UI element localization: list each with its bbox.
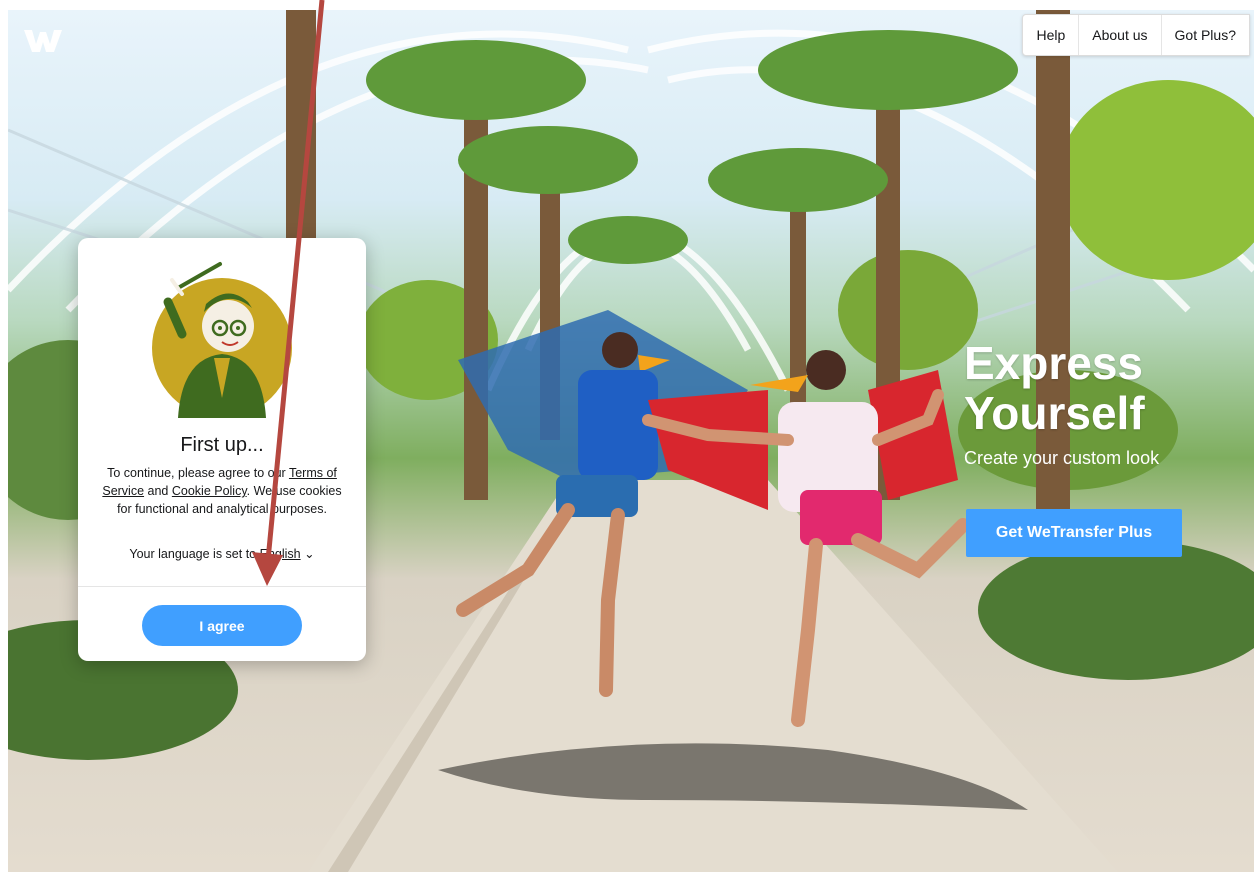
- i-agree-button[interactable]: I agree: [142, 605, 302, 646]
- wetransfer-logo-icon[interactable]: [22, 26, 68, 56]
- divider: [78, 586, 366, 587]
- character-illustration-icon: [152, 262, 292, 418]
- consent-text-and: and: [144, 484, 172, 498]
- hero-text: Express Yourself Create your custom look: [964, 338, 1159, 469]
- consent-modal: First up... To continue, please agree to…: [78, 238, 366, 661]
- consent-title: First up...: [180, 434, 264, 456]
- language-line: Your language is set to English ⌄: [78, 546, 366, 561]
- hero-title-line2: Yourself: [964, 387, 1145, 439]
- hero-subtitle: Create your custom look: [964, 448, 1160, 468]
- nav-about-us[interactable]: About us: [1078, 15, 1160, 55]
- consent-text-prefix: To continue, please agree to our: [107, 466, 289, 480]
- nav-help[interactable]: Help: [1023, 15, 1078, 55]
- top-navigation: Help About us Got Plus?: [1022, 14, 1250, 56]
- get-wetransfer-plus-button[interactable]: Get WeTransfer Plus: [966, 509, 1182, 557]
- language-selector[interactable]: English: [260, 547, 301, 561]
- cookie-policy-link[interactable]: Cookie Policy: [172, 484, 247, 498]
- language-prefix: Your language is set to: [129, 547, 260, 561]
- nav-got-plus[interactable]: Got Plus?: [1160, 15, 1249, 55]
- consent-text: To continue, please agree to our Terms o…: [98, 464, 346, 518]
- chevron-down-icon[interactable]: ⌄: [304, 547, 314, 561]
- hero-title-line1: Express: [964, 337, 1144, 389]
